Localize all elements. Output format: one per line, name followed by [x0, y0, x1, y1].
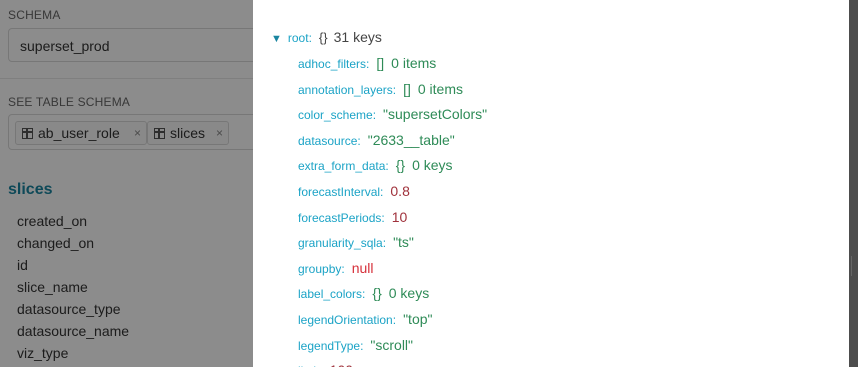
json-item-forecastinterval: forecastInterval: 0.8 — [298, 179, 487, 205]
json-colon: : — [385, 159, 389, 174]
json-brace: [] — [376, 55, 385, 71]
json-count: 0 items — [417, 80, 463, 97]
json-item-list: adhoc_filters:[] 0 items annotation_layers… — [298, 51, 487, 367]
json-colon: : — [357, 133, 361, 148]
json-value: "2633__table" — [367, 131, 455, 148]
json-count: 0 keys — [388, 285, 430, 302]
json-value: 0.8 — [390, 182, 410, 199]
json-key: granularity_sqla — [298, 236, 383, 251]
json-item-forecastperiods: forecastPeriods: 10 — [298, 205, 487, 231]
json-item-color-scheme: color_scheme: "supersetColors" — [298, 102, 487, 128]
json-root-count: 31 keys — [333, 29, 382, 45]
json-value: [] 0 items — [403, 81, 463, 97]
json-key: legendType — [298, 338, 361, 353]
json-key: color_scheme — [298, 108, 373, 123]
json-colon: : — [308, 31, 312, 45]
json-item-legendtype: legendType: "scroll" — [298, 333, 487, 359]
json-count: 0 keys — [412, 157, 453, 174]
json-brace: {} — [395, 157, 406, 174]
json-item-groupby: groupby: null — [298, 256, 487, 282]
json-colon: : — [372, 108, 377, 123]
json-key: extra_form_data — [298, 159, 386, 174]
json-key: label_colors — [298, 287, 363, 302]
json-key: legendOrientation — [298, 312, 393, 327]
json-key: adhoc_filters — [298, 57, 367, 71]
scrollbar-strip[interactable] — [849, 0, 858, 367]
json-value: "supersetColors" — [383, 106, 488, 123]
json-colon: : — [341, 261, 345, 276]
json-item-adhoc-filters[interactable]: adhoc_filters: [] 0 items — [298, 51, 487, 77]
json-colon: : — [382, 236, 387, 251]
json-value: {} 0 keys — [396, 157, 453, 173]
json-value: "scroll" — [370, 336, 414, 353]
json-count: 0 items — [391, 55, 437, 71]
caret-down-icon[interactable]: ▼ — [271, 28, 282, 50]
scrollbar-mark — [851, 256, 857, 276]
json-key: annotation_layers — [298, 82, 393, 97]
json-colon: : — [380, 184, 384, 199]
json-value: null — [351, 259, 374, 276]
json-item-limit: limit:100 — [298, 358, 487, 367]
json-brace: {} — [372, 285, 382, 302]
json-value: "ts" — [393, 234, 414, 251]
json-item-annotation-layers[interactable]: annotation_layers: [] 0 items — [298, 77, 487, 103]
json-value: "top" — [403, 310, 433, 327]
json-colon: : — [381, 210, 385, 225]
json-colon: : — [366, 57, 370, 71]
json-colon: : — [392, 82, 397, 97]
json-item-label-colors[interactable]: label_colors: {} 0 keys — [298, 281, 487, 307]
json-item-extra-form-data[interactable]: extra_form_data: {} 0 keys — [298, 153, 487, 179]
json-value: 100 — [330, 362, 353, 367]
json-key: forecastInterval — [298, 184, 381, 199]
json-item-legendorientation: legendOrientation: "top" — [298, 307, 487, 333]
json-root-brace: {} — [318, 30, 328, 45]
json-item-datasource: datasource: "2633__table" — [298, 128, 487, 154]
json-value: {} 0 keys — [372, 285, 429, 301]
json-value: [] 0 items — [376, 55, 436, 71]
json-key: groupby — [298, 261, 342, 276]
json-colon: : — [362, 287, 366, 302]
json-key: forecastPeriods — [298, 210, 382, 225]
json-modal: ▼ root:{} 31 keys adhoc_filters:[] 0 items a… — [253, 0, 849, 367]
json-key: datasource — [298, 133, 358, 148]
json-root-key: root — [287, 31, 309, 45]
json-colon: : — [360, 338, 364, 353]
json-value: 10 — [391, 208, 408, 225]
json-tree: ▼ root:{} 31 keys adhoc_filters:[] 0 items a… — [271, 26, 487, 367]
json-colon: : — [392, 312, 397, 327]
json-brace: [] — [403, 80, 411, 97]
json-root-row[interactable]: ▼ root: {} 31 keys — [271, 26, 487, 48]
json-item-granularity-sqla: granularity_sqla: "ts" — [298, 230, 487, 256]
